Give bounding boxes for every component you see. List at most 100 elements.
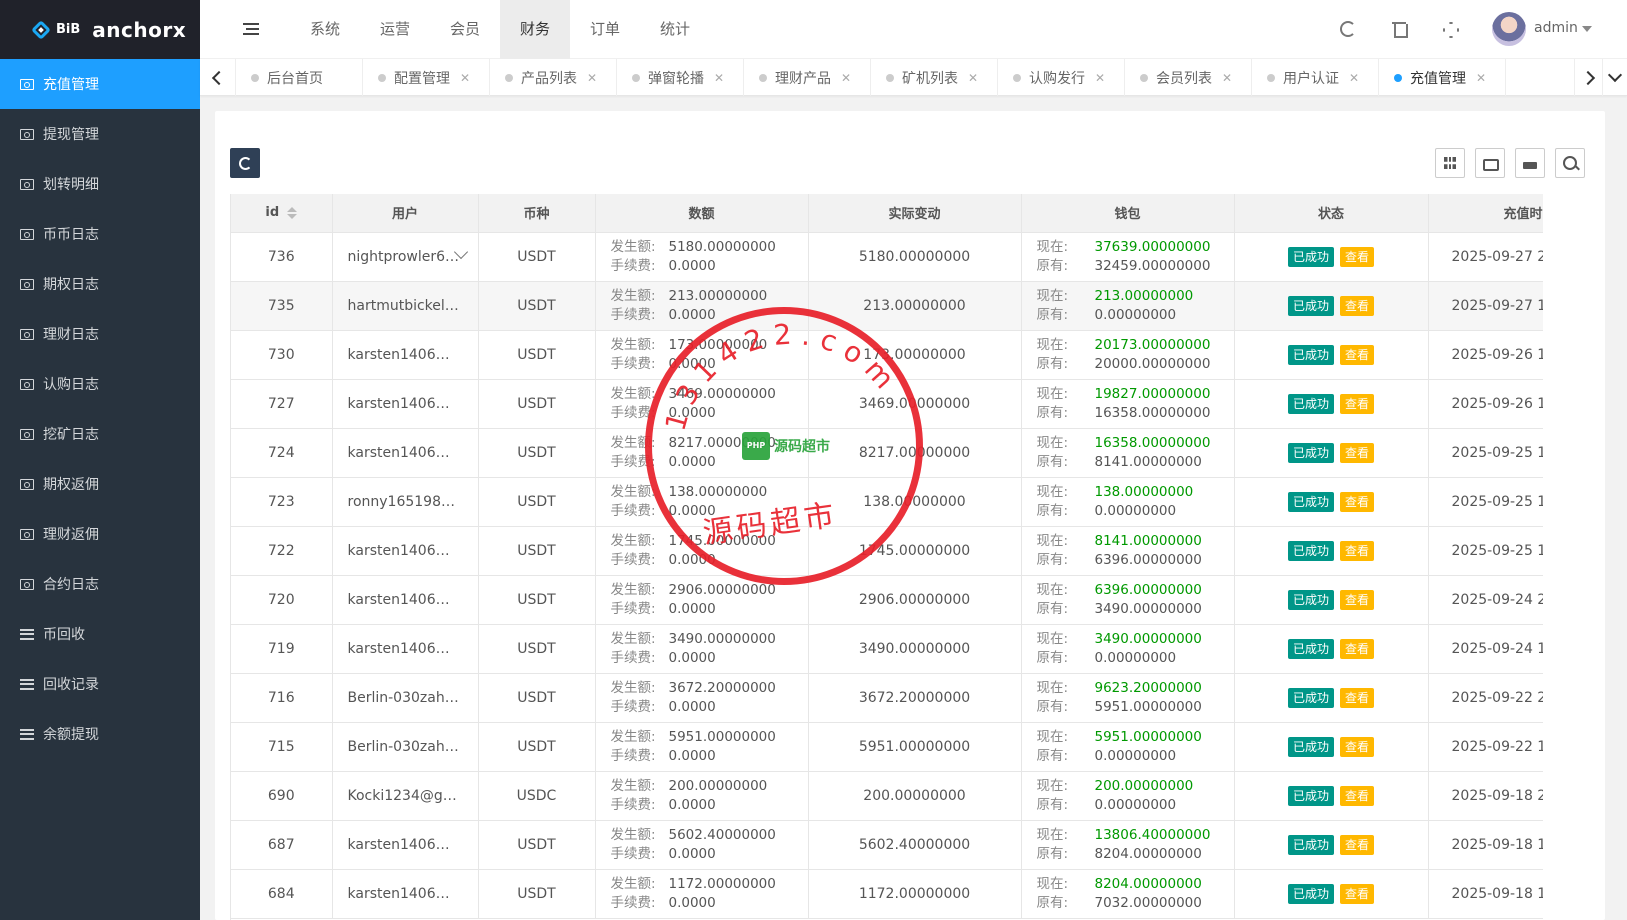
sidebar-item-0[interactable]: 充值管理 [0, 59, 200, 109]
close-icon[interactable]: ✕ [1349, 71, 1359, 85]
fee-value: 0.0000 [668, 796, 716, 813]
sidebar-item-4[interactable]: 期权日志 [0, 259, 200, 309]
view-button[interactable]: 查看 [1340, 883, 1375, 904]
tabs-next-icon[interactable] [1574, 59, 1602, 96]
wallet-now-value: 213.00000000 [1094, 287, 1194, 304]
logo[interactable]: BiB anchorx [0, 0, 200, 59]
close-icon[interactable]: ✕ [1222, 71, 1232, 85]
tab-8[interactable]: 用户认证 ✕ [1252, 59, 1379, 96]
view-button[interactable]: 查看 [1340, 638, 1375, 659]
amount-label: 发生额: [610, 483, 656, 500]
avatar[interactable] [1492, 12, 1526, 46]
table-container[interactable]: id 用户 币种 数额 实际变动 钱包 状态 充值时间 736 nightprow… [230, 194, 1543, 920]
table-refresh-button[interactable] [230, 148, 260, 178]
view-button[interactable]: 查看 [1340, 393, 1375, 414]
tab-1[interactable]: 配置管理 ✕ [363, 59, 490, 96]
sidebar-item-8[interactable]: 期权返佣 [0, 459, 200, 509]
wallet-orig-value: 8204.00000000 [1094, 845, 1202, 862]
sort-icon[interactable] [287, 206, 298, 219]
fee-value: 0.0000 [668, 600, 716, 617]
tabs-menu-icon[interactable] [1602, 59, 1627, 96]
table-header-row: id 用户 币种 数额 实际变动 钱包 状态 充值时间 [231, 194, 1543, 233]
cell-status: 已成功 查看 [1234, 869, 1429, 919]
sidebar-item-6[interactable]: 认购日志 [0, 359, 200, 409]
clear-cache-icon[interactable] [1392, 21, 1408, 38]
user-name[interactable]: admin [1534, 20, 1578, 36]
sidebar-item-label: 提现管理 [43, 127, 99, 143]
cell-id: 722 [231, 526, 333, 576]
cell-time: 2025-09-24 15: [1428, 624, 1543, 674]
close-icon[interactable]: ✕ [841, 71, 851, 85]
view-button[interactable]: 查看 [1340, 295, 1375, 316]
amount-value: 1745.00000000 [668, 532, 776, 549]
close-icon[interactable]: ✕ [587, 71, 597, 85]
wallet-orig-label: 原有: [1036, 404, 1069, 421]
sidebar-item-13[interactable]: 余额提现 [0, 709, 200, 759]
topnav-item-4[interactable]: 订单 [570, 0, 640, 59]
cell-id: 723 [231, 477, 333, 527]
amount-label: 发生额: [610, 581, 656, 598]
sidebar-item-1[interactable]: 提现管理 [0, 109, 200, 159]
tab-7[interactable]: 会员列表 ✕ [1125, 59, 1252, 96]
view-button[interactable]: 查看 [1340, 687, 1375, 708]
close-icon[interactable]: ✕ [460, 71, 470, 85]
sidebar-item-3[interactable]: 币币日志 [0, 209, 200, 259]
tab-6[interactable]: 认购发行 ✕ [998, 59, 1125, 96]
cell-coin: USDT [478, 477, 596, 527]
view-button[interactable]: 查看 [1340, 344, 1375, 365]
status-badge: 已成功 [1287, 736, 1334, 757]
refresh-icon[interactable] [1340, 21, 1356, 37]
col-coin: 币种 [478, 194, 596, 233]
sidebar-item-10[interactable]: 合约日志 [0, 559, 200, 609]
sidebar-item-2[interactable]: 划转明细 [0, 159, 200, 209]
sidebar-item-9[interactable]: 理财返佣 [0, 509, 200, 559]
topnav-item-5[interactable]: 统计 [640, 0, 710, 59]
sidebar-item-label: 期权日志 [43, 277, 99, 293]
sidebar-item-label: 充值管理 [43, 77, 99, 93]
view-button[interactable]: 查看 [1340, 540, 1375, 561]
topnav-item-3[interactable]: 财务 [500, 0, 570, 59]
chevron-down-icon[interactable] [452, 246, 470, 264]
fee-value: 0.0000 [668, 257, 716, 274]
view-button[interactable]: 查看 [1340, 491, 1375, 512]
sidebar-item-7[interactable]: 挖矿日志 [0, 409, 200, 459]
close-icon[interactable]: ✕ [968, 71, 978, 85]
close-icon[interactable]: ✕ [1095, 71, 1105, 85]
menu-toggle-icon[interactable] [243, 23, 259, 35]
view-button[interactable]: 查看 [1340, 246, 1375, 267]
topnav-item-1[interactable]: 运营 [360, 0, 430, 59]
tabs-prev-icon[interactable] [200, 59, 236, 96]
cell-coin: USDT [478, 575, 596, 625]
view-button[interactable]: 查看 [1340, 834, 1375, 855]
tab-3[interactable]: 弹窗轮播 ✕ [617, 59, 744, 96]
wallet-icon [20, 478, 34, 490]
wallet-orig-value: 0.00000000 [1094, 502, 1177, 519]
tab-5[interactable]: 矿机列表 ✕ [871, 59, 998, 96]
fullscreen-icon[interactable] [1442, 21, 1458, 37]
col-id[interactable]: id [231, 194, 333, 233]
close-icon[interactable]: ✕ [714, 71, 724, 85]
view-button[interactable]: 查看 [1340, 785, 1375, 806]
sidebar-item-11[interactable]: 币回收 [0, 609, 200, 659]
tab-9[interactable]: 充值管理 ✕ [1379, 59, 1506, 96]
topnav-item-0[interactable]: 系统 [290, 0, 360, 59]
tab-4[interactable]: 理财产品 ✕ [744, 59, 871, 96]
topnav-item-2[interactable]: 会员 [430, 0, 500, 59]
view-button[interactable]: 查看 [1340, 736, 1375, 757]
view-button[interactable]: 查看 [1340, 442, 1375, 463]
cell-user: karsten1406@icl... [332, 575, 479, 625]
fee-label: 手续费: [610, 894, 656, 911]
print-icon[interactable] [1475, 148, 1505, 178]
header: 系统 运营 会员 财务 订单 统计 admin [200, 0, 1627, 59]
export-icon[interactable] [1515, 148, 1545, 178]
view-button[interactable]: 查看 [1340, 589, 1375, 610]
sidebar-item-12[interactable]: 回收记录 [0, 659, 200, 709]
columns-icon[interactable] [1435, 148, 1465, 178]
tab-0[interactable]: 后台首页 [236, 59, 363, 96]
sidebar-item-5[interactable]: 理财日志 [0, 309, 200, 359]
wallet-now-value: 13806.40000000 [1094, 826, 1211, 843]
close-icon[interactable]: ✕ [1476, 71, 1486, 85]
tab-2[interactable]: 产品列表 ✕ [490, 59, 617, 96]
chevron-down-icon[interactable] [1582, 26, 1592, 32]
search-icon[interactable] [1555, 148, 1585, 178]
